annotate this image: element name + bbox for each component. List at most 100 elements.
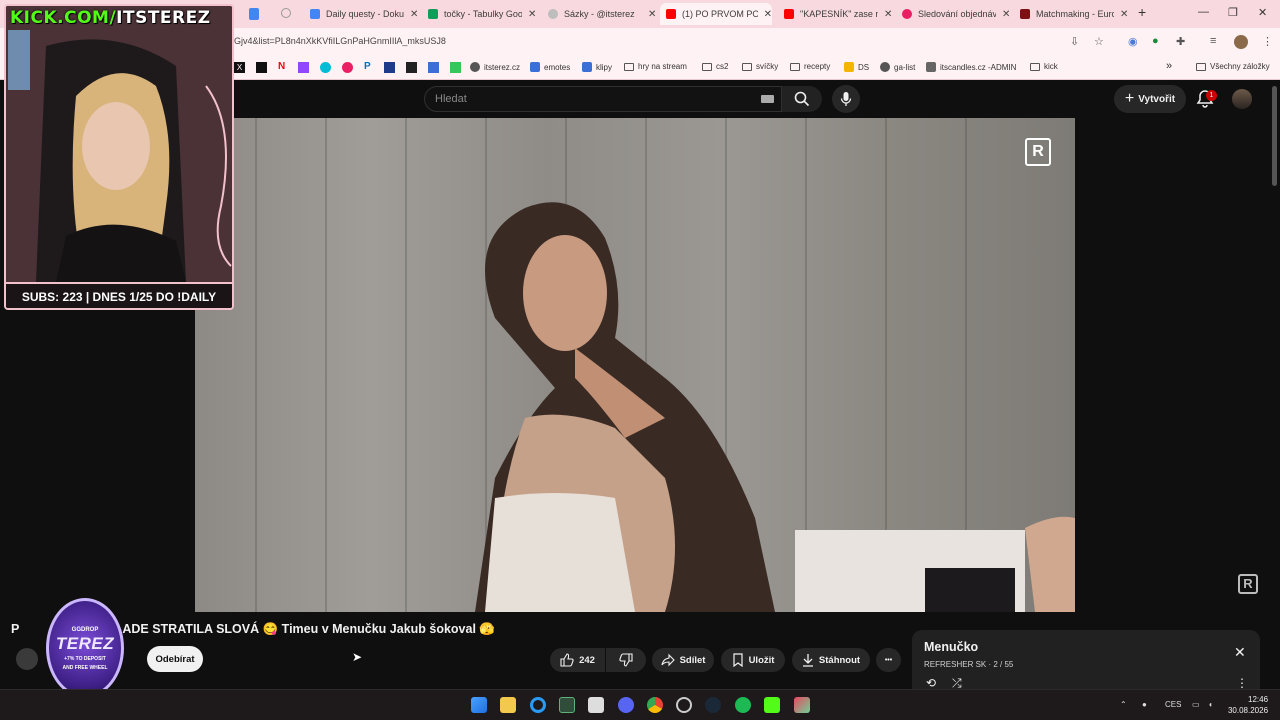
- save-button[interactable]: Uložit: [721, 648, 785, 672]
- bookmark-kick[interactable]: kick: [1030, 62, 1058, 71]
- fio-bookmark-icon[interactable]: [384, 62, 395, 73]
- extension-green-icon[interactable]: ●: [1152, 35, 1159, 47]
- green-t-bookmark-icon[interactable]: [450, 62, 461, 73]
- restore-icon[interactable]: ❐: [1228, 6, 1238, 19]
- bookmark-recepty[interactable]: recepty: [790, 62, 830, 71]
- tray-chevron-icon[interactable]: ⌃: [1120, 700, 1127, 709]
- app-green-icon[interactable]: [559, 697, 575, 713]
- thumbs-down-icon: [619, 653, 633, 667]
- page-scrollbar[interactable]: [1272, 86, 1277, 186]
- bookmark-svicky[interactable]: svíčky: [742, 62, 778, 71]
- tiktok-bookmark-icon[interactable]: [256, 62, 267, 73]
- loop-icon[interactable]: ⟲: [926, 676, 936, 690]
- system-clock[interactable]: 12:46 30.08.2026: [1226, 694, 1268, 716]
- close-tab-icon[interactable]: ✕: [764, 9, 772, 20]
- netflix-bookmark-icon[interactable]: N: [278, 61, 285, 72]
- new-tab-button[interactable]: +: [1138, 4, 1146, 20]
- tab-kapesnik[interactable]: "KAPESNÍK" zase ne ✕: [778, 3, 892, 25]
- bookmark-itsterez[interactable]: itsterez.cz: [470, 62, 520, 72]
- close-window-icon[interactable]: ✕: [1258, 6, 1267, 19]
- extension-icon[interactable]: ◉: [1128, 35, 1138, 48]
- subscribe-button[interactable]: Odebírat: [147, 646, 203, 672]
- dislike-button[interactable]: [606, 648, 646, 672]
- bookmark-emotes[interactable]: emotes: [530, 62, 570, 72]
- spotify-icon[interactable]: [735, 697, 751, 713]
- bookmark-itscandles-admin[interactable]: itscandles.cz -ADMIN: [926, 62, 1016, 72]
- bookmark-ga-list[interactable]: ga-list: [880, 62, 915, 72]
- all-bookmarks[interactable]: Všechny záložky: [1196, 62, 1270, 71]
- tab-sazky[interactable]: Sázky - @itsterez ✕: [542, 3, 656, 25]
- close-tab-icon[interactable]: ✕: [410, 9, 418, 20]
- close-icon[interactable]: ✕: [1234, 644, 1246, 661]
- keyboard-language[interactable]: CES: [1165, 700, 1181, 709]
- x-bookmark-icon[interactable]: X: [234, 62, 245, 73]
- bookmark-ds[interactable]: DS: [844, 62, 869, 72]
- share-icon: [661, 653, 675, 667]
- playlist-menu-icon[interactable]: ⋮: [1236, 676, 1248, 690]
- steam-icon[interactable]: [705, 697, 721, 713]
- url-field[interactable]: Gjv4&list=PL8n4nXkKVfiILGnPaHGnmIIlA_mks…: [234, 36, 446, 46]
- tab-tocky[interactable]: točky - Tabulky Goo ✕: [422, 3, 536, 25]
- bookmark-cs2[interactable]: cs2: [702, 62, 728, 71]
- network-icon[interactable]: ▭: [1192, 700, 1200, 709]
- close-tab-icon[interactable]: ✕: [648, 9, 656, 20]
- app-triangle-icon[interactable]: [794, 697, 810, 713]
- channel-avatar[interactable]: [16, 648, 38, 670]
- ds-icon: [844, 62, 854, 72]
- create-button[interactable]: + Vytvořit: [1114, 85, 1186, 113]
- c-app-icon[interactable]: [530, 697, 546, 713]
- account-avatar[interactable]: [1232, 89, 1252, 109]
- volume-icon[interactable]: ◖: [1208, 700, 1213, 709]
- keyboard-icon[interactable]: [761, 95, 774, 103]
- voice-search-button[interactable]: [832, 85, 860, 113]
- reading-list-icon[interactable]: ≡: [1210, 35, 1216, 47]
- like-button[interactable]: 242: [550, 648, 605, 672]
- docs-tab-icon[interactable]: [249, 8, 259, 20]
- blank-tab-icon[interactable]: [281, 8, 291, 18]
- download-button[interactable]: Stáhnout: [792, 648, 870, 672]
- bookmark-star-icon[interactable]: ☆: [1094, 35, 1104, 48]
- tab-youtube-active[interactable]: (1) PO PRVOM POH ✕: [660, 3, 772, 25]
- bookmark-klipy[interactable]: klipy: [582, 62, 612, 72]
- profile-avatar[interactable]: [1234, 35, 1248, 49]
- extensions-puzzle-icon[interactable]: ✚: [1176, 35, 1185, 48]
- close-tab-icon[interactable]: ✕: [1120, 9, 1128, 20]
- windows-start-icon[interactable]: [471, 697, 487, 713]
- more-actions-button[interactable]: •••: [876, 648, 901, 672]
- fanpage-bookmark-icon[interactable]: [342, 62, 353, 73]
- kick-icon[interactable]: [764, 697, 780, 713]
- playlist-title[interactable]: Menučko: [924, 640, 978, 654]
- close-tab-icon[interactable]: ✕: [528, 9, 536, 20]
- more-bookmarks-button[interactable]: »: [1166, 60, 1172, 72]
- chrome-menu-icon[interactable]: ⋮: [1262, 35, 1273, 48]
- tab-matchmaking[interactable]: Matchmaking - Euro ✕: [1014, 3, 1128, 25]
- paypal-bookmark-icon[interactable]: P: [364, 61, 371, 72]
- obs-icon[interactable]: [676, 697, 692, 713]
- download-bookmark-icon[interactable]: [406, 62, 417, 73]
- file-explorer-icon[interactable]: [500, 697, 516, 713]
- blue-bookmark-icon[interactable]: [428, 62, 439, 73]
- tab-sledovani[interactable]: Sledování objednáv ✕: [896, 3, 1010, 25]
- cyan-bookmark-icon[interactable]: [320, 62, 331, 73]
- app-x-icon[interactable]: [588, 697, 604, 713]
- webcam-feed: [6, 6, 232, 282]
- folder-icon: [742, 62, 752, 71]
- chrome-icon[interactable]: [647, 697, 663, 713]
- download-icon: [802, 654, 813, 667]
- close-tab-icon[interactable]: ✕: [1002, 9, 1010, 20]
- bookmark-hry-na-stream[interactable]: hry na stream: [624, 62, 687, 71]
- tab-daily-questy[interactable]: Daily questy - Doku ✕: [304, 3, 418, 25]
- search-input[interactable]: Hledat: [424, 86, 782, 112]
- globe-icon: [880, 62, 890, 72]
- close-tab-icon[interactable]: ✕: [884, 9, 892, 20]
- search-button[interactable]: [782, 86, 822, 112]
- video-player[interactable]: R: [195, 118, 1075, 612]
- windows-taskbar: ⌃ ● CES ▭ ◖ 12:46 30.08.2026: [0, 689, 1280, 720]
- install-app-icon[interactable]: ⇩: [1070, 35, 1079, 48]
- discord-icon[interactable]: [618, 697, 634, 713]
- minimize-icon[interactable]: —: [1198, 6, 1209, 18]
- share-button[interactable]: Sdílet: [652, 648, 714, 672]
- refresher-channel-logo: R: [1238, 574, 1258, 594]
- tray-mic-icon[interactable]: ●: [1142, 700, 1147, 709]
- twitch-bookmark-icon[interactable]: [298, 62, 309, 73]
